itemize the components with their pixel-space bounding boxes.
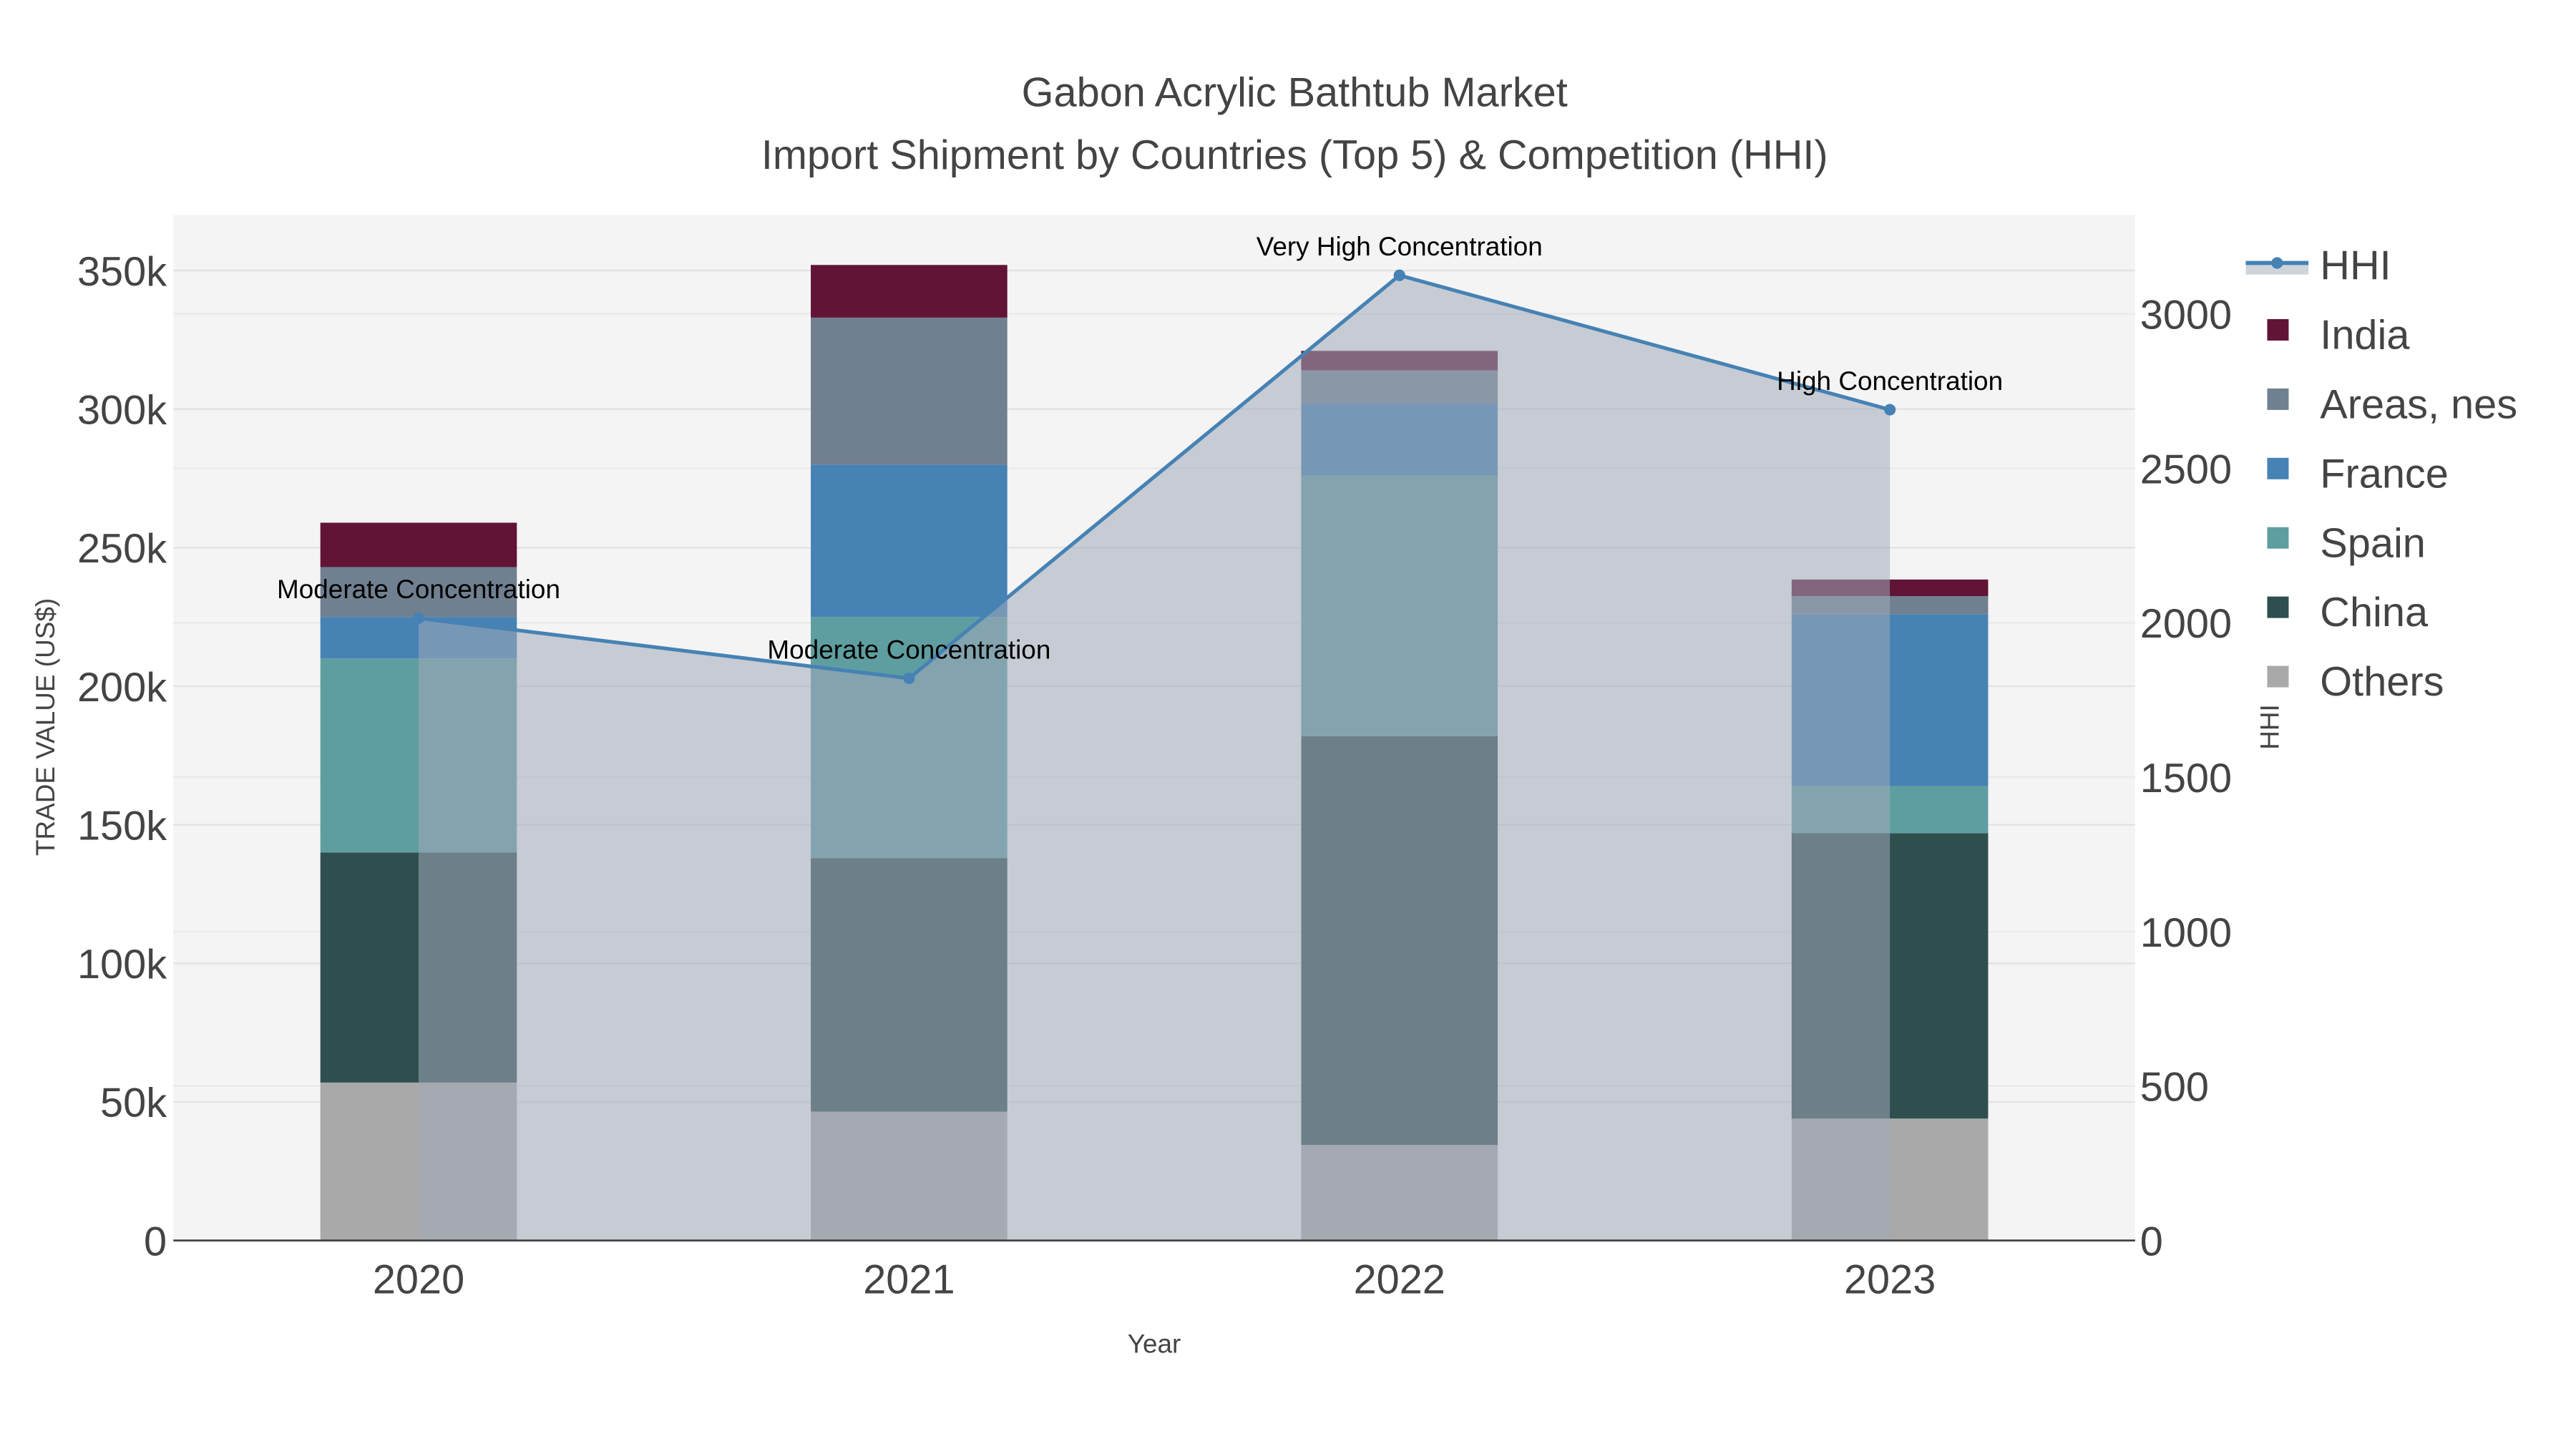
y2-tick-label: 1000: [2140, 910, 2232, 956]
y2-tick-label: 0: [2140, 1219, 2163, 1264]
hhi-annotation: Very High Concentration: [1257, 232, 1543, 261]
chart: Moderate Concentration Moderate Concentra…: [31, 69, 2517, 1359]
hhi-point-2021: [903, 672, 915, 685]
legend-label-hhi: HHI: [2320, 243, 2391, 289]
y2-axis-title: HHI: [2255, 704, 2285, 750]
x-tick-label: 2020: [373, 1257, 464, 1303]
hhi-annotation: Moderate Concentration: [277, 575, 560, 604]
legend-label-india: India: [2320, 313, 2410, 358]
hhi-point-2023: [1884, 404, 1896, 416]
y-tick-label: 50k: [100, 1080, 167, 1126]
bar-areas-nes-2021: [811, 317, 1008, 465]
y-tick-label: 350k: [77, 249, 167, 295]
y-tick-label: 300k: [77, 387, 167, 433]
y-axis-title: TRADE VALUE (US$): [31, 598, 60, 856]
legend-label-china: China: [2320, 590, 2429, 635]
y-tick-label: 150k: [77, 803, 167, 849]
x-tick-label: 2021: [863, 1257, 955, 1303]
bar-france-2021: [811, 464, 1008, 618]
y-tick-label: 250k: [77, 526, 167, 572]
legend-swatch-france: [2267, 457, 2289, 479]
y2-tick-label: 3000: [2140, 292, 2232, 338]
y-tick-label: 100k: [77, 942, 167, 987]
hhi-annotation: Moderate Concentration: [767, 635, 1050, 664]
legend-swatch-china: [2267, 596, 2289, 618]
legend-swatch-others: [2267, 665, 2289, 688]
y-tick-label: 200k: [77, 665, 167, 711]
hhi-point-2022: [1393, 269, 1405, 281]
legend-label-france: France: [2320, 451, 2449, 497]
y2-tick-label: 1500: [2140, 756, 2232, 801]
x-tick-label: 2023: [1844, 1257, 1936, 1303]
bar-india-2021: [811, 265, 1008, 318]
legend-swatch-areas-nes: [2267, 388, 2289, 410]
legend-hhi-marker-icon: [2271, 257, 2283, 269]
legend-swatch-spain: [2267, 527, 2289, 549]
legend-label-areas-nes: Areas, nes: [2320, 381, 2517, 427]
legend-label-spain: Spain: [2320, 520, 2426, 566]
hhi-point-2020: [412, 612, 425, 624]
legend-swatch-india: [2267, 318, 2289, 341]
y-tick-label: 0: [144, 1219, 167, 1264]
chart-title: Gabon Acrylic Bathtub Market: [1022, 69, 1568, 115]
y2-tick-label: 2500: [2140, 447, 2232, 492]
chart-subtitle: Import Shipment by Countries (Top 5) & C…: [761, 132, 1828, 178]
legend: HHI India Areas, nes France Spain China Others: [2245, 243, 2517, 705]
hhi-annotation: High Concentration: [1777, 366, 2003, 396]
y2-tick-label: 2000: [2140, 601, 2232, 647]
legend-label-others: Others: [2320, 659, 2444, 705]
y2-tick-label: 500: [2140, 1065, 2209, 1111]
x-tick-label: 2022: [1354, 1257, 1445, 1303]
bar-india-2020: [320, 522, 517, 567]
x-axis-title: Year: [1128, 1330, 1181, 1359]
